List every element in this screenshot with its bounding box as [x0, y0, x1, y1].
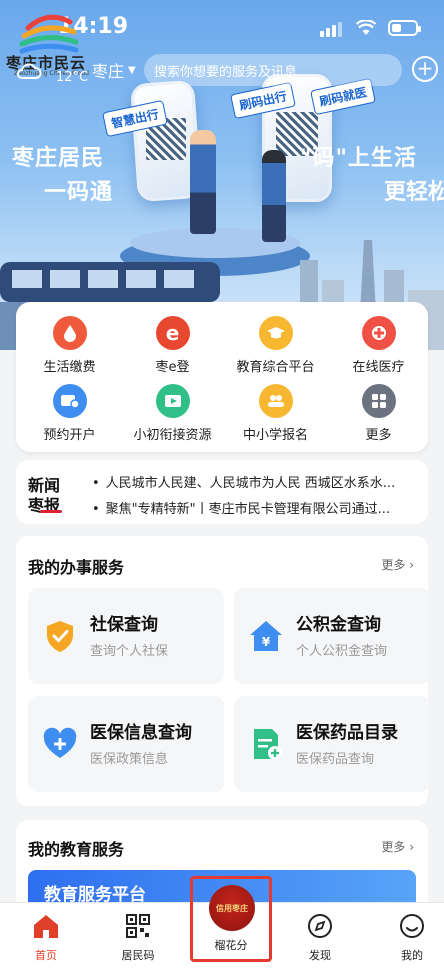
- tile-title: 社保查询: [90, 615, 158, 635]
- city-selector[interactable]: 枣庄 ▼: [92, 58, 136, 82]
- news-item[interactable]: 聚焦"专精特新"丨枣庄市民卡管理有限公司通过...: [92, 498, 422, 517]
- quick-item-label: 在线医疗: [352, 360, 405, 375]
- battery-icon: [388, 19, 421, 36]
- tile-title: 医保药品目录: [296, 723, 398, 743]
- tab-home[interactable]: 首页: [6, 903, 86, 976]
- water-drop-icon: [52, 316, 87, 350]
- wifi-icon: [356, 19, 376, 35]
- smile-face-icon: [400, 914, 424, 938]
- pomegranate-badge-icon: 信用枣庄: [209, 885, 255, 931]
- quick-item-label: 预约开户: [43, 428, 96, 443]
- quick-item-label: 教育综合平台: [236, 360, 315, 375]
- quick-item-label: 小初衔接资源: [133, 428, 212, 443]
- service-tile-housing-fund[interactable]: ¥ 公积金查询 个人公积金查询: [234, 588, 430, 684]
- tab-label: 居民码: [121, 949, 155, 962]
- heart-plus-icon: [43, 727, 77, 758]
- cloud-weather-icon: [17, 63, 42, 79]
- e-letter-icon: e: [155, 316, 190, 350]
- more-link[interactable]: 更多 ›: [381, 556, 414, 573]
- house-yuan-icon: ¥: [250, 621, 282, 651]
- app-logo-icon: [19, 14, 79, 54]
- tab-resident-code[interactable]: 居民码: [98, 903, 178, 976]
- city-name: 枣庄: [92, 62, 125, 81]
- shield-check-icon: [47, 621, 73, 652]
- qr-code-icon: [126, 914, 150, 938]
- quick-item-account-booking[interactable]: 预约开户: [18, 384, 121, 443]
- service-tile-social-security[interactable]: 社保查询 查询个人社保: [28, 588, 224, 684]
- compass-icon: [308, 914, 332, 938]
- quick-item-more[interactable]: 更多: [327, 384, 430, 443]
- document-plus-icon: [254, 729, 282, 760]
- play-book-icon: [155, 384, 190, 418]
- tile-title: 医保信息查询: [90, 723, 192, 743]
- tab-label: 首页: [35, 949, 57, 962]
- tile-subtitle: 医保政策信息: [90, 752, 169, 767]
- quick-item-label: 生活缴费: [43, 360, 96, 375]
- quick-item-label: 更多: [365, 428, 392, 443]
- quick-item-transition-resources[interactable]: 小初衔接资源: [121, 384, 224, 443]
- temperature-label: 12°C: [56, 70, 89, 85]
- quick-item-school-enrollment[interactable]: 中小学报名: [224, 384, 327, 443]
- home-icon: [34, 915, 58, 938]
- service-tile-drug-catalog[interactable]: 医保药品目录 医保药品查询: [234, 696, 430, 792]
- tile-subtitle: 查询个人社保: [90, 644, 169, 659]
- quick-item-zao-e-register[interactable]: e 枣e登: [121, 316, 224, 375]
- quick-item-label: 中小学报名: [242, 428, 308, 443]
- quick-item-education-platform[interactable]: 教育综合平台: [224, 316, 327, 375]
- tab-label: 我的: [401, 949, 423, 962]
- news-ticker-card[interactable]: 新闻 枣报 人民城市人民建、人民城市为人民 西城区水系水... 聚焦"专精特新"…: [16, 460, 428, 524]
- tile-subtitle: 个人公积金查询: [296, 644, 388, 659]
- group-add-icon: [258, 384, 293, 418]
- quick-services-card: 生活缴费 e 枣e登 教育综合平台 在线医疗 预约开户 小初衔接资源 中小学报名: [16, 302, 428, 452]
- tab-credit-points[interactable]: 信用枣庄 榴花分: [190, 876, 272, 962]
- graduation-cap-icon: [258, 316, 293, 350]
- news-brand-underline: [40, 510, 62, 513]
- person-right-illustration: [262, 150, 286, 242]
- hero-banner[interactable]: 智慧出行 刷码出行 刷码就医 枣庄居民 一码通 "码"上生活 更轻松 14:19: [0, 0, 444, 350]
- tile-subtitle: 医保药品查询: [296, 752, 375, 767]
- quick-item-label: 枣e登: [155, 360, 190, 375]
- section-title: 我的办事服务: [28, 558, 125, 577]
- banner-title-right-2: 更轻松: [384, 180, 444, 205]
- my-services-section: 我的办事服务 更多 › 社保查询 查询个人社保 ¥ 公积金查询 个人公积金查询 …: [16, 536, 430, 806]
- banner-title-right-1: "码"上生活: [300, 146, 417, 171]
- grid-more-icon: [361, 384, 396, 418]
- person-left-illustration: [190, 130, 216, 234]
- banner-title-left-2: 一码通: [44, 180, 114, 205]
- search-placeholder: 搜索你想要的服务及讯息: [154, 65, 298, 80]
- plus-icon[interactable]: +: [412, 56, 438, 82]
- search-input[interactable]: 搜索你想要的服务及讯息: [144, 54, 402, 86]
- signal-icon: [320, 18, 344, 37]
- quick-item-online-medical[interactable]: 在线医疗: [327, 316, 430, 375]
- banner-title-left-1: 枣庄居民: [12, 146, 105, 171]
- tab-discover[interactable]: 发现: [280, 903, 360, 976]
- caret-down-icon: ▼: [128, 64, 136, 76]
- tab-mine[interactable]: 我的: [372, 903, 444, 976]
- card-clock-icon: [52, 384, 87, 418]
- section-title: 我的教育服务: [28, 840, 125, 859]
- medical-cross-icon: [361, 316, 396, 350]
- svg-text:¥: ¥: [262, 635, 271, 649]
- news-item[interactable]: 人民城市人民建、人民城市为人民 西城区水系水...: [92, 472, 422, 491]
- service-tile-medical-insurance[interactable]: 医保信息查询 医保政策信息: [28, 696, 224, 792]
- tab-label: 发现: [309, 949, 331, 962]
- more-link[interactable]: 更多 ›: [381, 838, 414, 855]
- tab-label: 榴花分: [214, 939, 248, 952]
- tile-title: 公积金查询: [296, 615, 381, 635]
- quick-item-utility-payment[interactable]: 生活缴费: [18, 316, 121, 375]
